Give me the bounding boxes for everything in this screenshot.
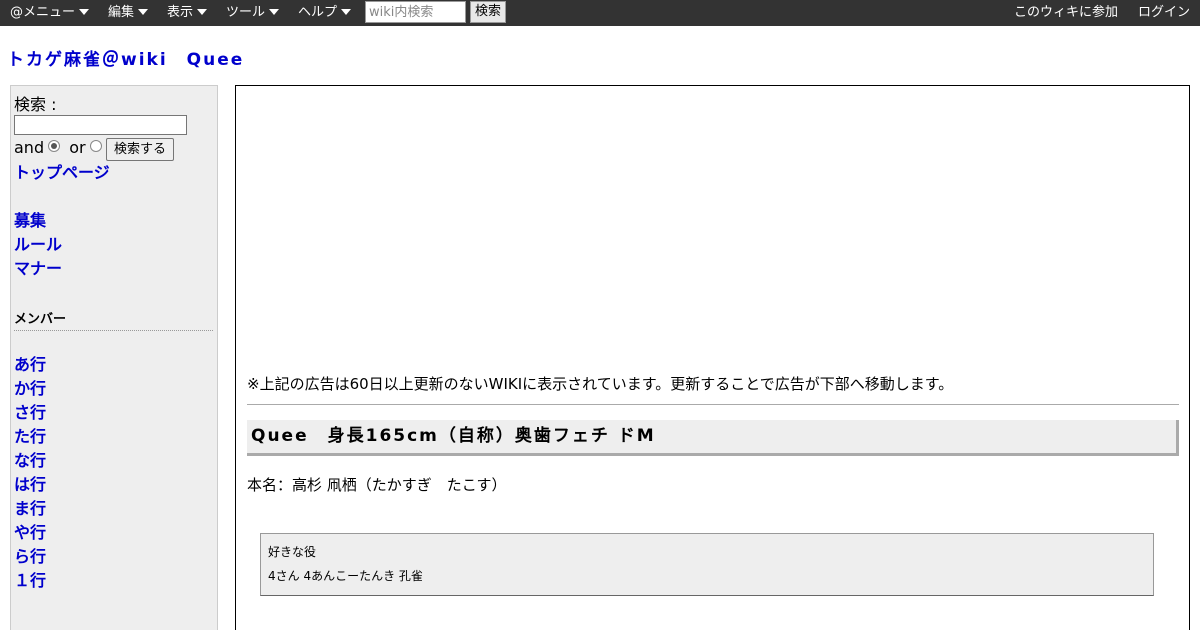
divider [247, 404, 1179, 405]
chevron-down-icon [269, 9, 280, 15]
main-content: ※上記の広告は60日以上更新のないWIKIに表示されています。更新することで広告… [235, 85, 1190, 630]
favorite-hands-label: 好きな役 [268, 545, 317, 559]
sidebar-link-rules[interactable]: ルール [14, 235, 62, 255]
sidebar-member-ka[interactable]: か行 [14, 379, 46, 399]
sidebar-member-na[interactable]: な行 [14, 451, 46, 471]
menu-tools[interactable]: ツール [226, 0, 280, 26]
chevron-down-icon [138, 9, 149, 15]
menu-edit-label: 編集 [108, 5, 135, 20]
sidebar-member-ha[interactable]: は行 [14, 475, 46, 495]
sidebar-search-button[interactable]: 検索する [106, 138, 174, 161]
chevron-down-icon [79, 9, 90, 15]
chevron-down-icon [341, 9, 352, 15]
mode-and-radio[interactable] [48, 140, 61, 152]
menu-view[interactable]: 表示 [167, 0, 208, 26]
sidebar-member-ma[interactable]: ま行 [14, 499, 46, 519]
members-heading: メンバー [14, 312, 67, 327]
sidebar-link-recruit[interactable]: 募集 [14, 211, 46, 231]
sidebar: 検索 : and or 検索する トップページ 募集 ルール マナー メンバー … [10, 85, 218, 630]
ad-notice: ※上記の広告は60日以上更新のないWIKIに表示されています。更新することで広告… [247, 375, 954, 393]
menu-help[interactable]: ヘルプ [298, 0, 352, 26]
mode-or-label: or [69, 138, 86, 157]
favorite-hands-value: 4さん 4あんこーたんき 孔雀 [268, 569, 423, 583]
top-nav-bar: @メニュー 編集 表示 ツール ヘルプ 検索 このウィキに参加 ログイン [0, 0, 1200, 26]
site-title[interactable]: トカゲ麻雀＠wiki Quee [7, 45, 244, 70]
sidebar-member-ra[interactable]: ら行 [14, 547, 46, 567]
join-wiki-link[interactable]: このウィキに参加 [1014, 0, 1118, 26]
mode-or-radio[interactable] [89, 140, 102, 152]
menu-edit[interactable]: 編集 [108, 0, 149, 26]
sidebar-member-a[interactable]: あ行 [14, 355, 46, 375]
menu-help-label: ヘルプ [298, 5, 338, 20]
page-heading: Quee 身長165cm（自称）奥歯フェチ ドM [247, 420, 1179, 456]
chevron-down-icon [197, 9, 208, 15]
sidebar-member-ta[interactable]: た行 [14, 427, 46, 447]
menu-tools-label: ツール [226, 5, 266, 20]
sidebar-search-input[interactable] [14, 115, 187, 135]
search-label: 検索 : [14, 95, 57, 114]
search-mode-row: and or [14, 137, 106, 161]
menu-view-label: 表示 [167, 5, 194, 20]
wiki-search-button[interactable]: 検索 [470, 1, 506, 23]
favorite-hands-box: 好きな役 4さん 4あんこーたんき 孔雀 [260, 533, 1154, 596]
members-divider [14, 330, 213, 331]
sidebar-link-manners[interactable]: マナー [14, 259, 62, 279]
menu-atmenu-label: @メニュー [10, 5, 76, 20]
login-link[interactable]: ログイン [1138, 0, 1190, 26]
menu-atmenu[interactable]: @メニュー [10, 0, 90, 26]
real-name-text: 本名：高杉 凧栖（たかすぎ たこす） [247, 476, 507, 494]
wiki-search-input[interactable] [365, 1, 466, 23]
sidebar-link-top-page[interactable]: トップページ [14, 163, 110, 183]
sidebar-member-ya[interactable]: や行 [14, 523, 46, 543]
mode-and-label: and [14, 138, 45, 157]
sidebar-member-1[interactable]: １行 [14, 571, 46, 591]
sidebar-member-sa[interactable]: さ行 [14, 403, 46, 423]
